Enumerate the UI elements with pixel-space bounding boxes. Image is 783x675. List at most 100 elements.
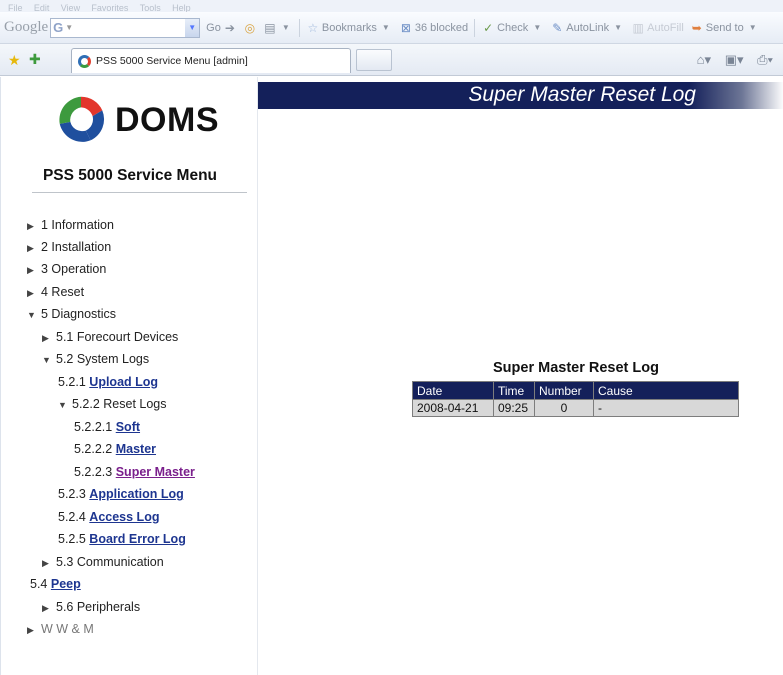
browser-menu-bar: File Edit View Favorites Tools Help bbox=[0, 0, 783, 12]
menu-file[interactable]: File bbox=[8, 3, 23, 12]
logo-text: DOMS bbox=[115, 100, 219, 139]
go-button[interactable]: Go ➔ bbox=[206, 21, 237, 35]
chevron-down-icon: ▼ bbox=[748, 22, 757, 32]
column-header-date: Date bbox=[413, 382, 493, 399]
wand-icon: ✎ bbox=[552, 20, 563, 35]
bookmarks-label: Bookmarks bbox=[321, 21, 377, 34]
nav-number: 5.2.5 bbox=[58, 532, 86, 546]
nav-item-super-master: 5.2.2.3 Super Master bbox=[74, 462, 195, 482]
soft-link[interactable]: Soft bbox=[116, 420, 140, 434]
nav-label: W W & M bbox=[41, 622, 94, 636]
cell-cause: - bbox=[594, 400, 738, 416]
menu-view[interactable]: View bbox=[61, 3, 80, 12]
expand-arrow-icon: ▶ bbox=[27, 221, 34, 231]
favorites-star-icon[interactable]: ★ bbox=[8, 52, 21, 69]
autofill-button[interactable]: ▥ AutoFill bbox=[631, 20, 683, 35]
log-table-title: Super Master Reset Log bbox=[493, 360, 659, 376]
nav-item-forecourt-devices[interactable]: ▶ 5.1 Forecourt Devices bbox=[42, 327, 178, 347]
send-icon: ➥ bbox=[691, 20, 702, 35]
super-master-link[interactable]: Super Master bbox=[116, 465, 195, 479]
menu-favorites[interactable]: Favorites bbox=[91, 3, 128, 12]
go-label: Go bbox=[206, 21, 221, 34]
home-icon[interactable]: ⌂▾ bbox=[697, 52, 711, 67]
chevron-down-icon: ▼ bbox=[65, 23, 74, 32]
add-favorite-icon[interactable]: ✚ bbox=[29, 51, 41, 68]
expand-arrow-icon: ▶ bbox=[42, 558, 49, 568]
nav-label: 5.3 Communication bbox=[56, 555, 164, 569]
nav-item-peripherals[interactable]: ▶ 5.6 Peripherals bbox=[42, 597, 140, 617]
expand-arrow-icon: ▶ bbox=[42, 603, 49, 613]
star-icon: ☆ bbox=[307, 20, 319, 35]
feeds-icon[interactable]: ▣▾ bbox=[725, 52, 744, 67]
nav-label: 5.1 Forecourt Devices bbox=[56, 330, 179, 344]
upload-log-link[interactable]: Upload Log bbox=[89, 375, 158, 389]
check-icon: ✓ bbox=[483, 20, 494, 35]
menu-help[interactable]: Help bbox=[172, 3, 191, 12]
print-icon[interactable]: ⎙▾ bbox=[757, 52, 773, 67]
cell-time: 09:25 bbox=[494, 400, 534, 416]
nav-item-reset[interactable]: ▶ 4 Reset bbox=[27, 282, 84, 302]
nav-item-peep: 5.4 Peep bbox=[30, 574, 81, 594]
nav-label: 1 Information bbox=[41, 218, 114, 232]
nav-label: 5 Diagnostics bbox=[41, 307, 117, 321]
nav-label: 5.6 Peripherals bbox=[56, 600, 141, 614]
cell-number: 0 bbox=[535, 400, 593, 416]
table-header-row: Date Time Number Cause bbox=[413, 382, 738, 399]
nav-item-wwm[interactable]: ▶ W W & M bbox=[27, 619, 94, 639]
blocked-label: 36 blocked bbox=[414, 21, 469, 34]
application-log-link[interactable]: Application Log bbox=[89, 487, 183, 501]
nav-item-system-logs[interactable]: ▼ 5.2 System Logs bbox=[42, 349, 149, 369]
cell-date: 2008-04-21 bbox=[413, 400, 493, 416]
tab-title: PSS 5000 Service Menu [admin] bbox=[96, 55, 248, 67]
new-tab-button[interactable] bbox=[356, 49, 392, 71]
pagerank-button[interactable]: ◎ bbox=[243, 21, 257, 35]
nav-item-communication[interactable]: ▶ 5.3 Communication bbox=[42, 552, 164, 572]
send-to-label: Send to bbox=[705, 21, 744, 34]
nav-label: 3 Operation bbox=[41, 262, 107, 276]
nav-item-board-error-log: 5.2.5 Board Error Log bbox=[58, 529, 186, 549]
autolink-label: AutoLink bbox=[566, 21, 610, 34]
bookmarks-button[interactable]: ☆ Bookmarks ▼ bbox=[306, 21, 393, 35]
column-header-cause: Cause bbox=[594, 382, 738, 399]
nav-number: 5.2.2.1 bbox=[74, 420, 113, 434]
google-toolbar: Google G ▼ ▼ Go ➔ ◎ ▤ ▼ ☆ Bookmarks ▼ ⊠ 36 b… bbox=[0, 12, 783, 44]
page-title: Super Master Reset Log bbox=[468, 83, 696, 106]
chevron-down-icon: ▼ bbox=[533, 22, 542, 32]
chevron-down-icon: ▼ bbox=[614, 22, 623, 32]
google-search-input[interactable]: G ▼ ▼ bbox=[50, 17, 201, 38]
google-g-icon: G bbox=[53, 20, 64, 35]
access-log-link[interactable]: Access Log bbox=[89, 510, 159, 524]
nav-item-operation[interactable]: ▶ 3 Operation bbox=[27, 259, 106, 279]
expand-arrow-icon: ▶ bbox=[42, 333, 49, 343]
go-arrow-icon: ➔ bbox=[224, 20, 235, 35]
expand-arrow-icon: ▶ bbox=[27, 288, 34, 298]
peep-link[interactable]: Peep bbox=[51, 577, 81, 591]
nav-label: 4 Reset bbox=[41, 285, 85, 299]
nav-label: 2 Installation bbox=[41, 240, 112, 254]
autolink-button[interactable]: ✎ AutoLink ▼ bbox=[550, 21, 625, 35]
collapse-arrow-icon: ▼ bbox=[27, 310, 36, 320]
chevron-down-icon: ▼ bbox=[281, 22, 290, 32]
tab-pss-service-menu[interactable]: PSS 5000 Service Menu [admin] bbox=[71, 48, 351, 73]
news-button[interactable]: ▤ ▼ bbox=[263, 21, 293, 35]
send-to-button[interactable]: ➥ Send to ▼ bbox=[690, 21, 760, 35]
nav-number: 5.2.2.2 bbox=[74, 442, 113, 456]
board-error-log-link[interactable]: Board Error Log bbox=[89, 532, 186, 546]
search-dropdown-button[interactable]: ▼ bbox=[185, 18, 200, 37]
menu-edit[interactable]: Edit bbox=[34, 3, 50, 12]
autofill-icon: ▥ bbox=[632, 20, 644, 35]
spell-check-button[interactable]: ✓ Check ▼ bbox=[481, 21, 544, 35]
nav-item-installation[interactable]: ▶ 2 Installation bbox=[27, 237, 111, 257]
nav-item-reset-logs[interactable]: ▼ 5.2.2 Reset Logs bbox=[58, 394, 167, 414]
nav-item-diagnostics[interactable]: ▼ 5 Diagnostics bbox=[27, 304, 116, 324]
popup-blocker-button[interactable]: ⊠ 36 blocked bbox=[399, 21, 468, 35]
nav-label: 5.2.2 Reset Logs bbox=[72, 397, 167, 411]
nav-item-master: 5.2.2.2 Master bbox=[74, 439, 156, 459]
nav-item-access-log: 5.2.4 Access Log bbox=[58, 507, 159, 527]
menu-tools[interactable]: Tools bbox=[140, 3, 161, 12]
google-logo: Google bbox=[4, 19, 49, 35]
nav-label: 5.2 System Logs bbox=[56, 352, 150, 366]
nav-item-information[interactable]: ▶ 1 Information bbox=[27, 215, 114, 235]
divider bbox=[32, 192, 247, 193]
master-link[interactable]: Master bbox=[116, 442, 156, 456]
